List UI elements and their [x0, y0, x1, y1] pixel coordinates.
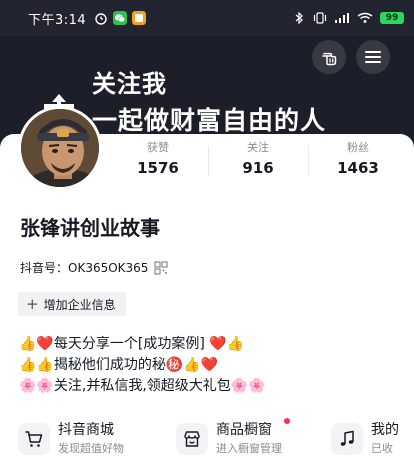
menu-button[interactable]: [356, 40, 390, 74]
shortcut-douyin-mall[interactable]: 抖音商城 发现超值好物: [18, 414, 166, 464]
add-enterprise-info-label: 增加企业信息: [43, 297, 116, 312]
profile-name: 张锋讲创业故事: [20, 216, 160, 240]
status-time: 下午3:14: [28, 12, 87, 28]
stat-following[interactable]: 关注 916: [208, 140, 308, 184]
bluetooth-icon: [295, 12, 303, 24]
new-badge-dot: [284, 418, 290, 424]
shortcut-product-showcase[interactable]: 商品橱窗 进入橱窗管理: [176, 414, 321, 464]
status-notification-icons: [94, 11, 147, 25]
banner-slogan-line1: 关注我: [92, 70, 167, 98]
hamburger-menu-icon: [365, 51, 381, 63]
shortcut-my-music[interactable]: 我的 已收: [331, 414, 414, 464]
status-bar: 下午3:14 99: [0, 0, 414, 36]
stat-followers[interactable]: 粉丝 1463: [308, 140, 408, 184]
stat-followers-label: 粉丝: [347, 141, 369, 154]
avatar[interactable]: [18, 106, 102, 190]
profile-stats: 获赞 1576 关注 916 粉丝 1463: [108, 140, 408, 184]
hand-pointer-icon: [322, 52, 337, 66]
wechat-icon: [113, 11, 128, 25]
showcase-icon: [176, 423, 208, 455]
app-notification-icon: [132, 11, 147, 25]
qr-code-icon[interactable]: [154, 260, 169, 275]
add-enterprise-info-button[interactable]: + 增加企业信息: [18, 292, 126, 316]
shortcut-douyin-mall-title: 抖音商城: [58, 422, 114, 438]
profile-shortcuts: 抖音商城 发现超值好物 商品橱窗 进入橱窗管理 我的 已收: [18, 414, 414, 464]
vibrate-icon: [313, 12, 327, 24]
shortcut-my-music-subtitle: 已收: [371, 442, 393, 455]
stat-following-value: 916: [242, 159, 274, 177]
status-right-icons: 99: [292, 12, 404, 24]
shortcut-product-showcase-subtitle: 进入橱窗管理: [216, 442, 282, 455]
plus-icon: +: [26, 294, 39, 313]
wifi-icon: [357, 12, 373, 23]
douyin-id-text: 抖音号：OK365OK365: [20, 261, 149, 275]
banner-slogan-line2: 一起做财富自由的人: [92, 106, 327, 135]
bio-line-3: 🌸🌸关注,并私信我,领超级大礼包🌸🌸: [19, 378, 266, 394]
shortcut-my-music-title: 我的: [371, 422, 399, 438]
shortcut-douyin-mall-subtitle: 发现超值好物: [58, 442, 124, 455]
douyin-id-row[interactable]: 抖音号：OK365OK365: [20, 259, 169, 276]
signal-icon: [335, 13, 349, 23]
cart-icon: [18, 423, 50, 455]
battery-indicator: 99: [380, 12, 404, 24]
stat-following-label: 关注: [247, 141, 269, 154]
hand-pointer-button[interactable]: [312, 40, 346, 74]
music-note-icon: [331, 423, 363, 455]
stat-likes-value: 1576: [137, 159, 179, 177]
alarm-icon: [95, 13, 107, 25]
stat-followers-value: 1463: [337, 159, 379, 177]
shortcut-product-showcase-title: 商品橱窗: [216, 422, 272, 438]
bio-line-1: 👍❤️每天分享一个[成功案例] ❤️👍: [19, 336, 245, 352]
bio-line-2: 👍👍揭秘他们成功的秘㊙️👍❤️: [19, 357, 219, 373]
stat-likes[interactable]: 获赞 1576: [108, 140, 208, 184]
profile-bio: 👍❤️每天分享一个[成功案例] ❤️👍 👍👍揭秘他们成功的秘㊙️👍❤️ 🌸🌸关注…: [19, 334, 266, 397]
stat-likes-label: 获赞: [147, 141, 169, 154]
